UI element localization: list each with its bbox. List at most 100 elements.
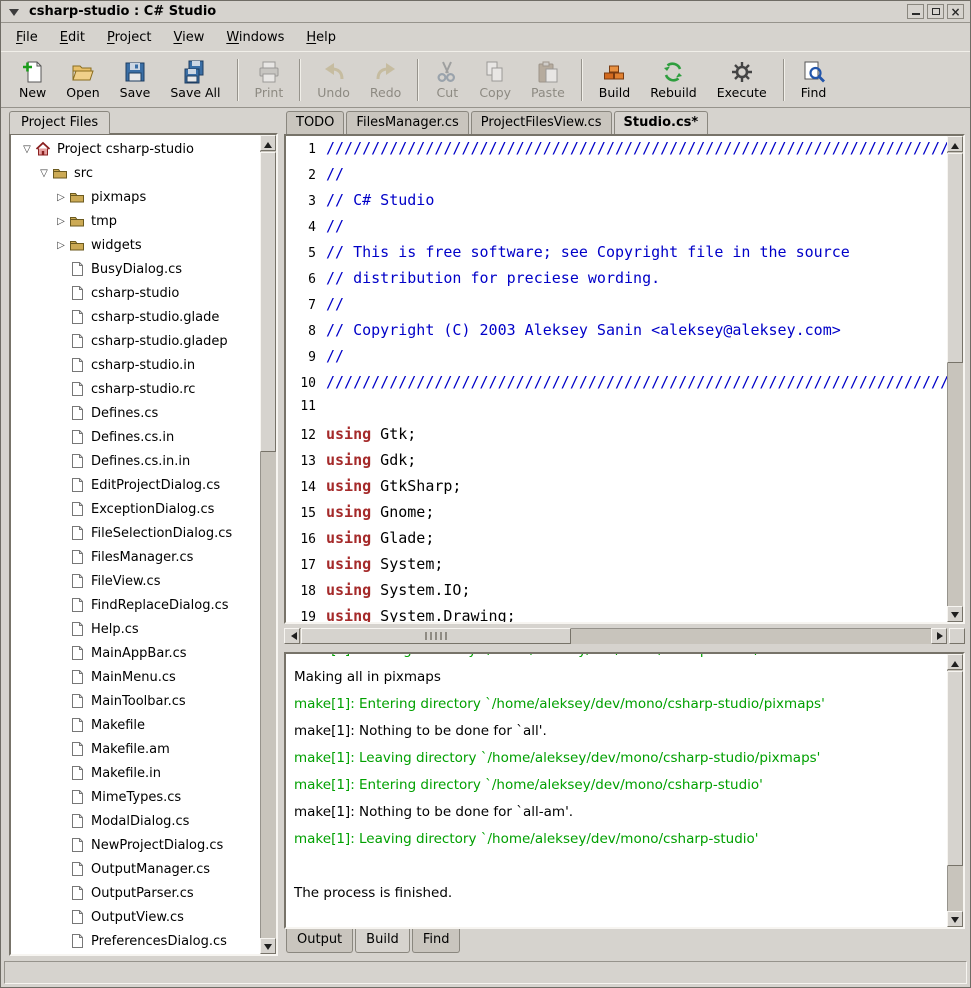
tree-item[interactable]: Defines.cs [11,401,260,425]
tree-item[interactable]: BusyDialog.cs [11,257,260,281]
output-tab-output[interactable]: Output [286,929,353,953]
maximize-button[interactable] [927,4,944,19]
tree-item[interactable]: NewProjectDialog.cs [11,833,260,857]
menu-item-view[interactable]: View [162,25,215,50]
tree-item[interactable]: Defines.cs.in.in [11,449,260,473]
tree-item[interactable]: ModalDialog.cs [11,809,260,833]
scrollbar-thumb[interactable] [260,152,276,452]
save-all-button[interactable]: Save All [160,58,230,102]
arrow-down-icon [264,944,272,954]
save-button[interactable]: Save [110,58,161,102]
tree-item[interactable]: MimeTypes.cs [11,785,260,809]
tree-item[interactable]: ▷tmp [11,209,260,233]
editor-tab-filesmanager-cs[interactable]: FilesManager.cs [346,111,468,134]
menu-item-project[interactable]: Project [96,25,163,50]
scroll-up-button[interactable] [947,654,963,670]
expander-open-icon[interactable]: ▽ [19,144,35,155]
menu-item-edit[interactable]: Edit [49,25,96,50]
window-menu-icon[interactable] [9,9,19,21]
tree-item-label: ModalDialog.cs [87,814,189,829]
undo-button[interactable]: Undo [307,58,360,102]
redo-button[interactable]: Redo [360,58,411,102]
editor-hscrollbar[interactable] [284,628,947,644]
menu-item-windows[interactable]: Windows [215,25,295,50]
menu-item-file[interactable]: File [5,25,49,50]
title-bar[interactable]: csharp-studio : C# Studio × [1,1,970,23]
output-scrollbar[interactable] [947,654,963,927]
output-tab-build[interactable]: Build [355,929,410,953]
scroll-up-button[interactable] [947,136,963,152]
output-view[interactable]: make[1]: Leaving directory `/home/alekse… [284,652,965,929]
project-tree[interactable]: ▽Project csharp-studio▽src▷pixmaps▷tmp▷w… [11,135,260,954]
copy-button[interactable]: Copy [469,58,521,102]
scrollbar-corner [949,628,965,644]
copy-icon [483,60,507,84]
tree-item[interactable]: FilesManager.cs [11,545,260,569]
arrow-right-icon [937,632,947,640]
rebuild-button[interactable]: Rebuild [640,58,707,102]
tree-item[interactable]: csharp-studio.glade [11,305,260,329]
scrollbar-thumb[interactable] [301,628,571,644]
scroll-down-button[interactable] [947,606,963,622]
rebuild-icon [661,60,685,84]
tree-item[interactable]: EditProjectDialog.cs [11,473,260,497]
execute-button[interactable]: Execute [707,58,777,102]
tree-item[interactable]: ▷widgets [11,233,260,257]
expander-closed-icon[interactable]: ▷ [53,216,69,227]
open-button[interactable]: Open [56,58,109,102]
cut-button[interactable]: Cut [425,58,469,102]
tree-item[interactable]: csharp-studio.in [11,353,260,377]
menu-item-help[interactable]: Help [295,25,347,50]
tree-item[interactable]: ExceptionDialog.cs [11,497,260,521]
expander-closed-icon[interactable]: ▷ [53,240,69,251]
tree-scrollbar[interactable] [260,135,276,954]
tree-item[interactable]: csharp-studio.gladep [11,329,260,353]
scroll-left-button[interactable] [284,628,300,644]
tree-item[interactable]: OutputParser.cs [11,881,260,905]
tree-item-label: ExceptionDialog.cs [87,502,214,517]
tree-item[interactable]: MainMenu.cs [11,665,260,689]
tree-item[interactable]: csharp-studio [11,281,260,305]
editor-tab-todo[interactable]: TODO [286,111,344,134]
print-button[interactable]: Print [245,58,294,102]
tree-item[interactable]: OutputView.cs [11,905,260,929]
find-button[interactable]: Find [791,58,837,102]
tree-item[interactable]: OutputManager.cs [11,857,260,881]
tree-item[interactable]: ▷pixmaps [11,185,260,209]
tree-item[interactable]: Makefile.in [11,761,260,785]
editor-vscrollbar[interactable] [947,136,963,622]
close-button[interactable]: × [947,4,964,19]
tree-item[interactable]: FileSelectionDialog.cs [11,521,260,545]
tree-item[interactable]: Makefile [11,713,260,737]
build-button[interactable]: Build [589,58,640,102]
tree-item[interactable]: ▽src [11,161,260,185]
save-all-icon [183,60,207,84]
line-number: 16 [286,532,316,547]
tree-item[interactable]: MainToolbar.cs [11,689,260,713]
project-files-tab[interactable]: Project Files [9,111,110,134]
scroll-right-button[interactable] [931,628,947,644]
tree-item[interactable]: FileView.cs [11,569,260,593]
minimize-button[interactable] [907,4,924,19]
tree-item[interactable]: PreferencesDialog.cs [11,929,260,953]
scrollbar-thumb[interactable] [947,671,963,866]
tree-item[interactable]: Makefile.am [11,737,260,761]
code-editor[interactable]: 1///////////////////////////////////////… [284,134,965,624]
paste-button[interactable]: Paste [521,58,575,102]
scroll-down-button[interactable] [260,938,276,954]
tree-item[interactable]: csharp-studio.rc [11,377,260,401]
editor-tab-studio-cs[interactable]: Studio.cs* [614,111,709,134]
output-tab-find[interactable]: Find [412,929,461,953]
tree-item[interactable]: FindReplaceDialog.cs [11,593,260,617]
tree-item[interactable]: Defines.cs.in [11,425,260,449]
tree-item[interactable]: ▽Project csharp-studio [11,137,260,161]
expander-closed-icon[interactable]: ▷ [53,192,69,203]
tree-item[interactable]: MainAppBar.cs [11,641,260,665]
new-button[interactable]: New [9,58,56,102]
scrollbar-thumb[interactable] [947,153,963,363]
editor-tab-projectfilesview-cs[interactable]: ProjectFilesView.cs [471,111,612,134]
scroll-down-button[interactable] [947,911,963,927]
expander-open-icon[interactable]: ▽ [36,168,52,179]
tree-item[interactable]: Help.cs [11,617,260,641]
scroll-up-button[interactable] [260,135,276,151]
